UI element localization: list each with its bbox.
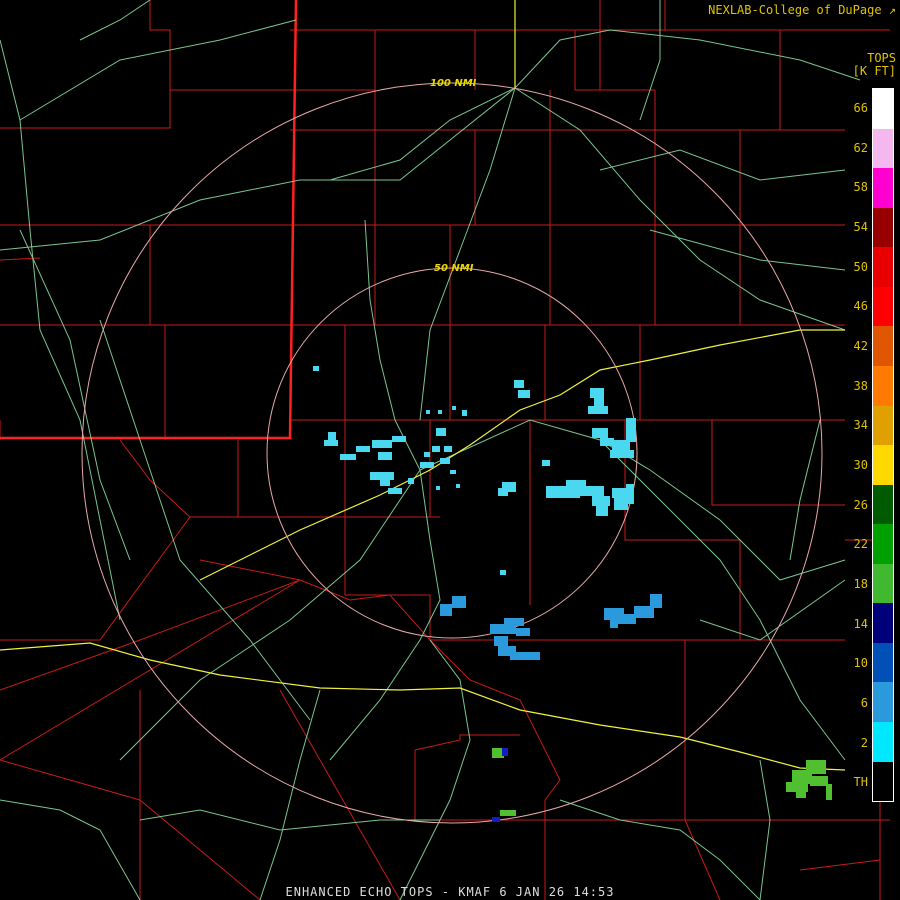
nexlab-credit: NEXLAB-College of DuPage ↗ <box>708 3 896 17</box>
legend-color-bar <box>872 88 894 802</box>
ring-100nmi <box>81 82 823 824</box>
legend-swatch <box>873 405 893 446</box>
legend-label: 50 <box>853 259 868 274</box>
legend-label: TH <box>853 775 868 790</box>
legend-swatch <box>873 761 893 802</box>
legend-label: 18 <box>853 576 868 591</box>
legend-swatch <box>873 168 893 208</box>
legend-label: 30 <box>853 457 868 472</box>
legend-label: 26 <box>853 497 868 512</box>
legend-swatch <box>873 247 893 287</box>
legend-title: TOPS [K FT] <box>853 52 896 78</box>
legend-label: 10 <box>853 656 868 671</box>
legend-label: 54 <box>853 219 868 234</box>
echo-cluster-south <box>440 594 662 660</box>
legend-label: 14 <box>853 616 868 631</box>
legend-swatch <box>873 89 893 129</box>
state-boundary <box>0 0 298 440</box>
legend-title-line1: TOPS <box>867 51 896 65</box>
legend-label: 34 <box>853 418 868 433</box>
external-link-icon: ↗ <box>881 3 896 17</box>
product-caption: ENHANCED ECHO TOPS - KMAF 6 JAN 26 14:53 <box>285 885 615 899</box>
legend-swatch <box>873 642 893 683</box>
legend-label: 62 <box>853 140 868 155</box>
ring-50nmi <box>266 267 638 639</box>
legend-label: 42 <box>853 338 868 353</box>
ring-label-50: 50 NMI <box>434 263 474 274</box>
legend-swatch <box>873 207 893 248</box>
legend-swatch <box>873 722 893 762</box>
legend-labels: 66 62 58 54 50 46 42 38 34 30 26 22 18 14 10 6 2 TH <box>836 88 868 802</box>
legend-label: 58 <box>853 180 868 195</box>
legend-label: 22 <box>853 537 868 552</box>
range-rings <box>81 82 823 824</box>
legend-swatch <box>873 326 893 366</box>
legend-swatch <box>873 365 893 406</box>
legend-swatch <box>873 603 893 643</box>
legend-label: 66 <box>853 100 868 115</box>
echo-cluster-central <box>313 366 550 575</box>
legend-label: 38 <box>853 378 868 393</box>
ring-label-100: 100 NMI <box>430 78 477 89</box>
legend-title-line2: [K FT] <box>852 64 896 78</box>
legend-swatch <box>873 563 893 604</box>
legend-label: 46 <box>853 299 868 314</box>
radar-map: 100 NMI 50 NMI <box>0 0 890 900</box>
highways <box>0 0 846 771</box>
legend-swatch <box>873 286 893 327</box>
legend-label: 2 <box>860 735 868 750</box>
echo-cluster-east <box>546 388 636 516</box>
legend-swatch <box>873 682 893 722</box>
legend-swatch <box>873 484 893 525</box>
legend-swatch <box>873 524 893 564</box>
legend-swatch <box>873 128 893 169</box>
legend-swatch <box>873 445 893 485</box>
legend-label: 6 <box>860 695 868 710</box>
